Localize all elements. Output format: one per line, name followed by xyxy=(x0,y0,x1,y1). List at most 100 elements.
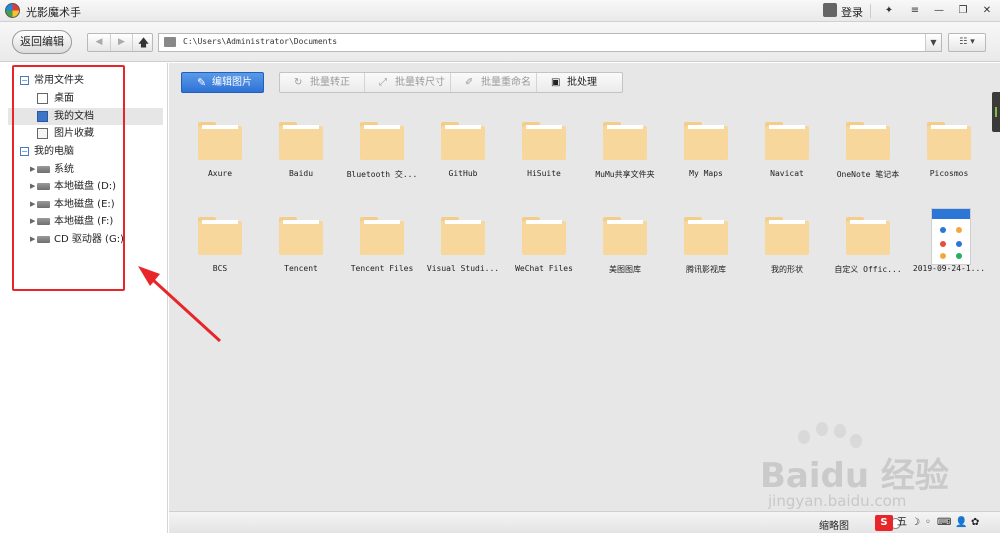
file-item[interactable]: Baidu xyxy=(261,112,341,202)
tree-item-drive-system[interactable]: ▶ 系统 xyxy=(30,161,163,178)
thumbnail-label: 缩略图 xyxy=(819,521,849,532)
collapse-icon[interactable]: − xyxy=(20,76,29,85)
file-item[interactable]: Navicat xyxy=(747,112,827,202)
tree-favorites-header[interactable]: − 常用文件夹 xyxy=(20,72,160,89)
sogou-ime-icon[interactable]: S xyxy=(875,515,893,531)
expand-arrow-icon[interactable]: ▶ xyxy=(30,196,35,213)
folder-icon xyxy=(441,122,485,160)
folder-icon xyxy=(522,217,566,255)
close-button[interactable]: ✕ xyxy=(975,1,999,20)
expand-arrow-icon[interactable]: ▶ xyxy=(30,161,35,178)
title-bar: 光影魔术手 登录 ✦ ≡ — ❐ ✕ xyxy=(0,0,1000,22)
file-item[interactable]: BCS xyxy=(180,207,260,297)
file-item[interactable]: Tencent Files xyxy=(342,207,422,297)
batch-resize-button[interactable]: ⤢ 批量转尺寸 xyxy=(364,73,450,92)
user-icon[interactable]: 👤 xyxy=(955,515,967,531)
file-item[interactable]: Picosmos xyxy=(909,112,989,202)
wubi-mode-icon[interactable]: 五 xyxy=(897,515,907,531)
folder-icon xyxy=(198,217,242,255)
app-title: 光影魔术手 xyxy=(26,6,81,19)
pencil-icon: ✎ xyxy=(197,76,207,89)
half-width-icon[interactable]: ☽ xyxy=(911,515,920,531)
drive-icon xyxy=(37,183,50,190)
file-item[interactable]: WeChat Files xyxy=(504,207,584,297)
app-logo-icon xyxy=(5,3,20,18)
login-button[interactable]: 登录 xyxy=(841,4,863,20)
batch-icon: ▣ xyxy=(551,77,561,88)
folder-icon xyxy=(164,37,176,47)
path-text: C:\Users\Administrator\Documents xyxy=(183,37,338,46)
file-item[interactable]: 2019-09-24-1... xyxy=(909,207,989,297)
file-item[interactable]: 我的形状 xyxy=(747,207,827,297)
tree-item-my-documents[interactable]: 我的文档 xyxy=(8,108,163,125)
file-item[interactable]: HiSuite xyxy=(504,112,584,202)
file-item[interactable]: MuMu共享文件夹 xyxy=(585,112,665,202)
batch-process-button[interactable]: ▣ 批处理 xyxy=(536,73,622,92)
tree-computer-header[interactable]: − 我的电脑 xyxy=(20,143,160,160)
file-item[interactable]: My Maps xyxy=(666,112,746,202)
tree-item-drive-g[interactable]: ▶ CD 驱动器 (G:) xyxy=(30,231,163,248)
drive-icon xyxy=(37,218,50,225)
rotate-icon: ↻ xyxy=(294,77,303,88)
tree-item-desktop[interactable]: 桌面 xyxy=(30,90,163,107)
folder-icon xyxy=(522,122,566,160)
collapse-icon[interactable]: − xyxy=(20,147,29,156)
expand-arrow-icon[interactable]: ▶ xyxy=(30,178,35,195)
back-to-edit-button[interactable]: 返回编辑 xyxy=(12,30,72,54)
drive-icon xyxy=(37,166,50,173)
view-mode-button[interactable]: ☷ ▾ xyxy=(948,33,986,52)
chevron-down-icon[interactable]: ▼ xyxy=(925,34,941,51)
up-arrow-icon[interactable]: 🡅 xyxy=(132,34,154,51)
folder-icon xyxy=(684,217,728,255)
folder-icon xyxy=(441,217,485,255)
keyboard-icon[interactable]: ⌨ xyxy=(937,515,951,531)
batch-convert-button[interactable]: ↻ 批量转正 xyxy=(280,73,364,92)
expand-arrow-icon[interactable]: ▶ xyxy=(30,213,35,230)
folder-icon xyxy=(603,217,647,255)
folder-tree: − 常用文件夹 桌面 我的文档 图片收藏 − 我的电脑 ▶ 系统 ▶ 本地磁盘 … xyxy=(0,63,168,533)
file-item[interactable]: 腾讯影视库 xyxy=(666,207,746,297)
file-item[interactable]: 自定义 Offic... xyxy=(828,207,908,297)
folder-icon xyxy=(765,122,809,160)
file-item[interactable]: Visual Studi... xyxy=(423,207,503,297)
settings-icon[interactable]: ✿ xyxy=(971,515,979,531)
folder-icon xyxy=(846,122,890,160)
folder-icon xyxy=(360,217,404,255)
file-item[interactable]: Axure xyxy=(180,112,260,202)
skin-icon[interactable]: ✦ xyxy=(877,1,901,20)
punctuation-icon[interactable]: ◦ xyxy=(925,515,931,531)
folder-icon xyxy=(603,122,647,160)
folder-icon xyxy=(279,217,323,255)
path-input[interactable]: C:\Users\Administrator\Documents ▼ xyxy=(158,33,942,52)
file-item[interactable]: OneNote 笔记本 xyxy=(828,112,908,202)
folder-icon xyxy=(279,122,323,160)
tree-item-drive-e[interactable]: ▶ 本地磁盘 (E:) xyxy=(30,196,163,213)
tree-item-drive-f[interactable]: ▶ 本地磁盘 (F:) xyxy=(30,213,163,230)
file-browser: ✎ 编辑图片 ↻ 批量转正 ⤢ 批量转尺寸 ✐ 批量重命名 ▣ 批处理 Axur xyxy=(169,63,1000,511)
toolbar: ✎ 编辑图片 ↻ 批量转正 ⤢ 批量转尺寸 ✐ 批量重命名 ▣ 批处理 xyxy=(169,63,1000,100)
file-item[interactable]: Tencent xyxy=(261,207,341,297)
menu-icon[interactable]: ≡ xyxy=(903,1,927,20)
file-item[interactable]: 美图图库 xyxy=(585,207,665,297)
divider xyxy=(870,4,871,18)
file-item[interactable]: Bluetooth 交... xyxy=(342,112,422,202)
user-icon[interactable] xyxy=(823,3,837,17)
folder-icon xyxy=(684,122,728,160)
document-icon xyxy=(37,111,48,122)
side-panel-tab[interactable] xyxy=(992,92,1000,132)
nav-buttons: ◀ ▶ 🡅 xyxy=(87,33,153,52)
tree-item-drive-d[interactable]: ▶ 本地磁盘 (D:) xyxy=(30,178,163,195)
minimize-button[interactable]: — xyxy=(927,1,951,20)
tree-item-pictures[interactable]: 图片收藏 xyxy=(30,125,163,142)
expand-arrow-icon[interactable]: ▶ xyxy=(30,231,35,248)
drive-icon xyxy=(37,236,50,243)
folder-icon xyxy=(846,217,890,255)
batch-rename-button[interactable]: ✐ 批量重命名 xyxy=(450,73,536,92)
file-item[interactable]: GitHub xyxy=(423,112,503,202)
maximize-button[interactable]: ❐ xyxy=(951,1,975,20)
forward-arrow-icon[interactable]: ▶ xyxy=(110,34,132,51)
back-arrow-icon[interactable]: ◀ xyxy=(88,34,110,51)
folder-icon xyxy=(360,122,404,160)
edit-image-button[interactable]: ✎ 编辑图片 xyxy=(181,72,264,93)
rename-icon: ✐ xyxy=(465,77,474,88)
